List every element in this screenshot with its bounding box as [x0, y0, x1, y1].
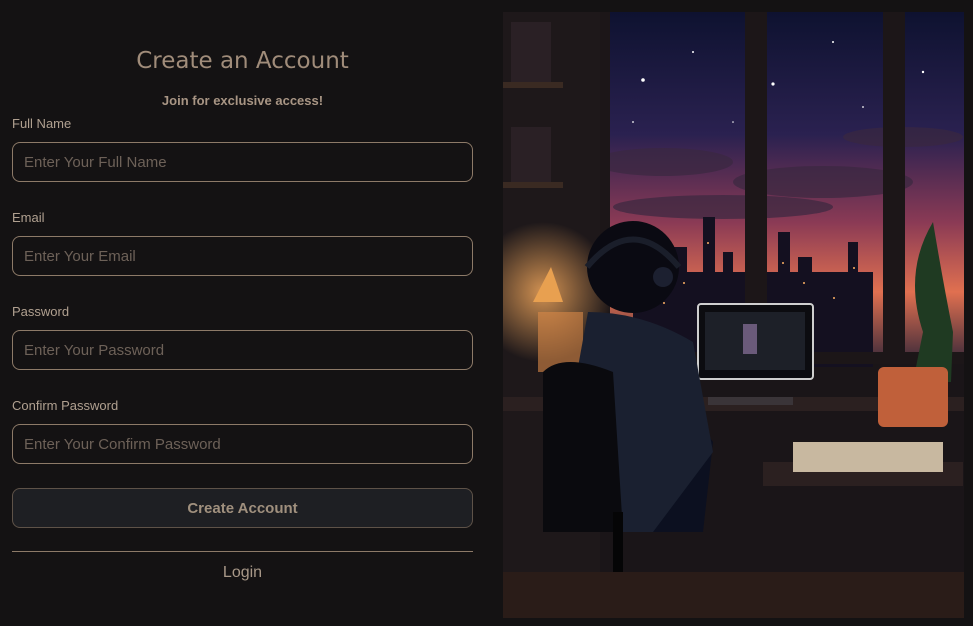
- signup-form-panel: Create an Account Join for exclusive acc…: [0, 0, 490, 626]
- password-input[interactable]: [12, 330, 473, 370]
- login-link[interactable]: Login: [12, 564, 473, 582]
- password-label: Password: [12, 304, 70, 319]
- email-label: Email: [12, 210, 45, 225]
- create-account-button[interactable]: Create Account: [12, 488, 473, 528]
- confirm-password-label: Confirm Password: [12, 398, 119, 413]
- email-input[interactable]: [12, 236, 473, 276]
- full-name-input[interactable]: [12, 142, 473, 182]
- full-name-label: Full Name: [12, 116, 72, 131]
- page-title: Create an Account: [136, 48, 349, 74]
- confirm-password-input[interactable]: [12, 424, 473, 464]
- page-subtitle: Join for exclusive access!: [161, 93, 324, 108]
- lofi-room-illustration: [503, 12, 964, 618]
- form-divider: [12, 551, 473, 552]
